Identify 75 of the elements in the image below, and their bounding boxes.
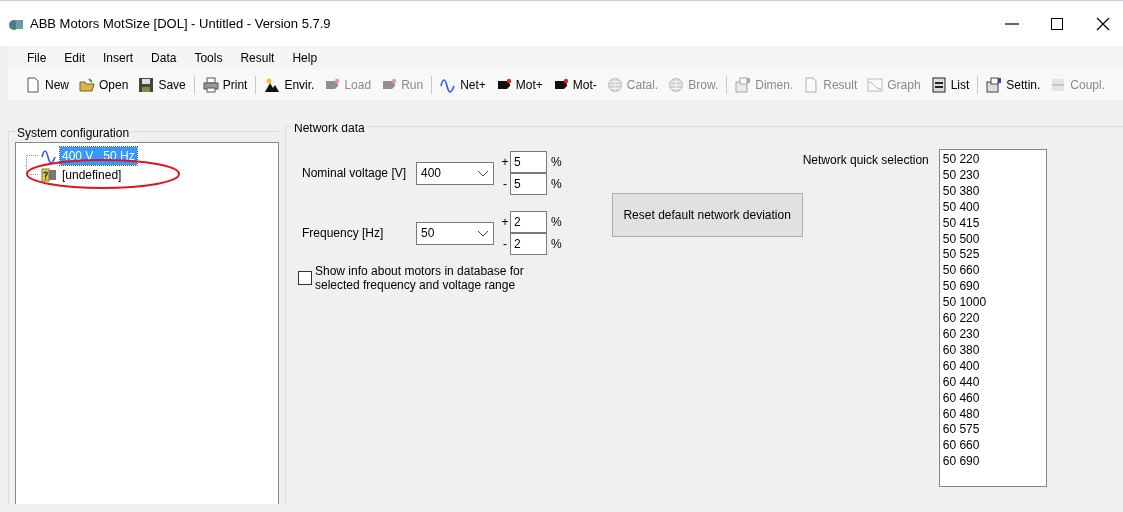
list-item[interactable]: 50 415 (942, 215, 1043, 232)
field-label: Nominal voltage [V] (302, 165, 408, 182)
menu-item[interactable]: Result (231, 49, 284, 67)
window-title: ABB Motors MotSize [DOL] - Untitled - Version 5.7.9 (30, 14, 331, 33)
menu-item[interactable]: Edit (55, 49, 95, 67)
page-icon (803, 77, 820, 93)
checkbox-label: Show info about motors in database for selected frequency and voltage range (315, 264, 525, 292)
toolbar-button[interactable]: Save (133, 76, 191, 94)
minimize-icon (1005, 22, 1019, 25)
list-item[interactable]: 60 400 (942, 358, 1043, 375)
page-icon (25, 77, 41, 93)
list-icon (930, 77, 947, 93)
toolbar-button[interactable]: Net+ (435, 76, 491, 94)
sine-wave-icon (41, 147, 57, 164)
menu-item[interactable]: Help (283, 49, 327, 67)
list-item[interactable]: 50 660 (942, 263, 1043, 280)
list-item[interactable]: 50 380 (942, 183, 1043, 200)
folder-icon (79, 77, 95, 93)
unit-label: % (551, 176, 562, 193)
list-item[interactable]: 60 575 (942, 422, 1043, 439)
list-item[interactable]: 50 220 (942, 152, 1043, 168)
deviation-field[interactable]: 2 (510, 233, 547, 255)
list-item[interactable]: 50 690 (942, 279, 1043, 296)
checkbox[interactable] (298, 271, 312, 285)
list-item[interactable]: 60 660 (942, 438, 1043, 455)
globe-icon (606, 77, 623, 93)
toolbar-button[interactable]: Mot+ (490, 76, 548, 94)
deviation-field[interactable]: 5 (510, 173, 547, 195)
unit-label: % (551, 236, 562, 253)
sign-label: - (502, 236, 508, 253)
toolbar-button[interactable]: Open (74, 76, 134, 94)
list-item[interactable]: 60 230 (942, 326, 1043, 343)
unit-label: % (551, 154, 562, 171)
deviation-field[interactable]: 2 (510, 211, 547, 233)
list-item[interactable]: 60 480 (942, 406, 1043, 423)
list-item[interactable]: 60 220 (942, 311, 1043, 327)
menu-item[interactable]: Data (142, 49, 186, 67)
toolbar-button[interactable]: New (20, 76, 74, 94)
list-item[interactable]: 50 500 (942, 231, 1043, 248)
list-item[interactable]: 60 460 (942, 390, 1043, 407)
sign-label: + (500, 214, 510, 231)
toolbar-button[interactable]: Mot- (547, 76, 602, 94)
quick-selection-label: Network quick selection (802, 152, 929, 169)
sine-wave-icon (440, 77, 457, 93)
toolbar-button[interactable]: Settin. (981, 76, 1046, 94)
toolbar-button[interactable]: Envir. (259, 76, 320, 94)
frequency-dropdown[interactable]: 50 (416, 221, 494, 245)
list-item[interactable]: 50 1000 (942, 295, 1043, 312)
unit-label: % (551, 214, 562, 231)
list-item[interactable]: 50 400 (942, 199, 1043, 216)
printer-icon (202, 77, 219, 93)
globe-icon (668, 77, 685, 93)
undefined-motor-icon (41, 166, 57, 183)
list-item[interactable]: 50 525 (942, 247, 1043, 264)
field-label: Frequency [Hz] (302, 225, 385, 242)
voltage-dropdown[interactable]: 400 (416, 161, 494, 185)
graph-icon (867, 77, 884, 93)
toolbar-button[interactable]: Print (197, 76, 253, 94)
list-item[interactable]: 60 440 (942, 374, 1043, 391)
maximize-icon (1049, 15, 1065, 32)
list-item[interactable]: 60 380 (942, 342, 1043, 359)
caret-icon (477, 169, 489, 177)
sign-label: - (502, 176, 508, 193)
menu-item[interactable]: Insert (94, 49, 143, 67)
list-item[interactable]: 60 690 (942, 454, 1043, 471)
toolbar-button[interactable]: List (925, 76, 975, 94)
mountain-icon (264, 77, 281, 93)
reset-button[interactable]: Reset default network deviation (611, 193, 803, 237)
caret-icon (477, 229, 489, 237)
close-icon (1095, 15, 1111, 32)
sign-label: + (500, 154, 510, 171)
deviation-field[interactable]: 5 (510, 151, 547, 173)
menu-item[interactable]: Tools (185, 49, 232, 67)
list-item[interactable]: 50 230 (942, 167, 1043, 184)
menu-item[interactable]: File (18, 49, 56, 67)
